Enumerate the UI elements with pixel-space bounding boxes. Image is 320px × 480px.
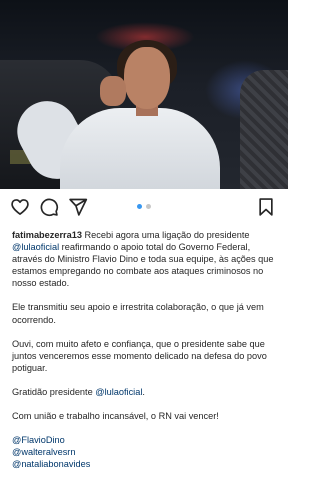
caption-text: Recebi agora uma ligação do presidente (81, 230, 250, 240)
woman-face (124, 47, 170, 109)
carousel-indicator (137, 204, 151, 209)
mention-link[interactable]: @lulaoficial (12, 242, 59, 252)
tag-link[interactable]: @walteralvesrn (12, 446, 276, 458)
carousel-dot (146, 204, 151, 209)
send-icon[interactable] (68, 197, 88, 217)
caption-username[interactable]: fatimabezerra13 (12, 230, 82, 240)
carousel-dot-active (137, 204, 142, 209)
tag-link[interactable]: @FlavioDino (12, 434, 276, 446)
mention-link[interactable]: @lulaoficial (95, 387, 142, 397)
caption-paragraph-1: fatimabezerra13 Recebi agora uma ligação… (12, 229, 276, 289)
caption-paragraph-2: Ele transmitiu seu apoio e irrestrita co… (12, 302, 264, 325)
caption-paragraph-3: Ouvi, com muito afeto e confiança, que o… (12, 338, 267, 373)
tag-link[interactable]: @nataliabonavides (12, 458, 276, 470)
post-photo[interactable] (0, 0, 288, 189)
woman-body (60, 108, 220, 189)
post-caption: fatimabezerra13 Recebi agora uma ligação… (0, 229, 288, 470)
heart-icon[interactable] (10, 197, 30, 217)
officer-figure (240, 70, 288, 189)
caption-paragraph-5: Com união e trabalho incansável, o RN va… (12, 411, 219, 422)
post-actions-bar (0, 189, 288, 223)
caption-text: Gratidão presidente (12, 386, 96, 397)
caption-paragraph-4: Gratidão presidente @lulaoficial. (12, 386, 276, 398)
caption-text: . (142, 386, 145, 397)
comment-icon[interactable] (39, 197, 59, 217)
caption-tags: @FlavioDino @walteralvesrn @nataliabonav… (12, 434, 276, 470)
woman-hand-phone (100, 76, 126, 106)
bookmark-icon[interactable] (256, 197, 276, 217)
